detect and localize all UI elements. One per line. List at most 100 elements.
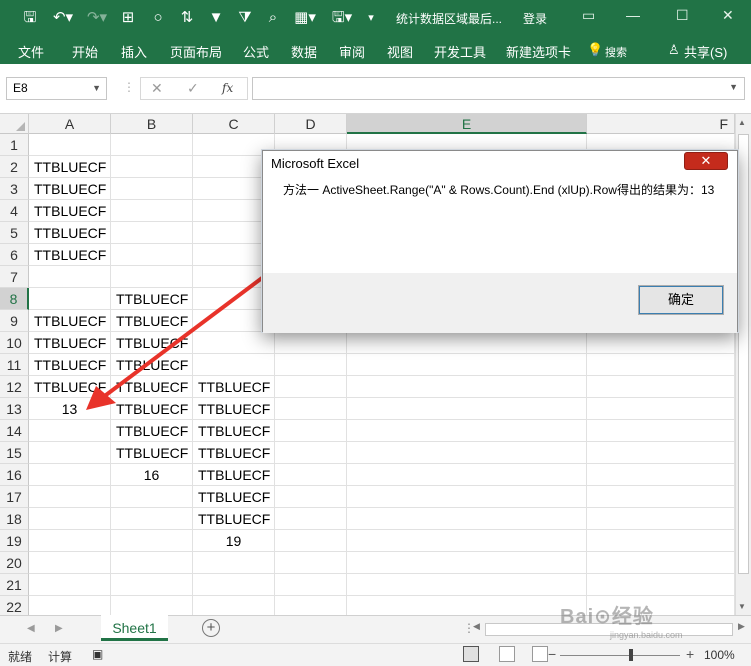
column-header-b[interactable]: B	[111, 114, 193, 134]
cell-c11[interactable]	[193, 354, 275, 376]
ribbon-display-icon[interactable]: ▭	[582, 7, 595, 24]
zoom-level[interactable]: 100%	[704, 648, 735, 662]
next-sheet-icon[interactable]: ▶	[55, 623, 63, 634]
row-header[interactable]: 22	[0, 596, 29, 615]
tab-data[interactable]: 数据	[291, 42, 317, 61]
cell-c16[interactable]: TTBLUECF	[193, 464, 275, 486]
insert-function-icon[interactable]: fx	[222, 81, 233, 95]
expand-formula-icon[interactable]: ▼	[729, 82, 738, 92]
cell-b17[interactable]	[111, 486, 193, 508]
row-header[interactable]: 8	[0, 288, 29, 310]
cell-d16[interactable]	[275, 464, 347, 486]
cell-f21[interactable]	[587, 574, 735, 596]
cell-a21[interactable]	[29, 574, 111, 596]
zoom-out-icon[interactable]: −	[548, 646, 556, 662]
row-header[interactable]: 15	[0, 442, 29, 464]
cell-f14[interactable]	[587, 420, 735, 442]
grid-menu-icon[interactable]: ▦▾	[290, 8, 320, 28]
zoom-slider[interactable]	[560, 655, 680, 656]
normal-view-icon[interactable]	[463, 646, 479, 662]
cell-c20[interactable]	[193, 552, 275, 574]
cell-b6[interactable]	[111, 244, 193, 266]
row-header[interactable]: 18	[0, 508, 29, 530]
clear-filter-icon[interactable]: ⧩	[234, 8, 256, 28]
cell-a17[interactable]	[29, 486, 111, 508]
tab-page-layout[interactable]: 页面布局	[170, 42, 222, 61]
tab-file[interactable]: 文件	[18, 42, 44, 61]
row-header[interactable]: 19	[0, 530, 29, 552]
cell-f10[interactable]	[587, 332, 735, 354]
zoom-slider-knob[interactable]	[629, 649, 633, 661]
scroll-up-icon[interactable]: ▲	[738, 118, 746, 127]
cell-c12[interactable]: TTBLUECF	[193, 376, 275, 398]
zoom-in-icon[interactable]: +	[686, 646, 694, 662]
cell-b10[interactable]: TTBLUECF	[111, 332, 193, 354]
login-link[interactable]: 登录	[523, 10, 547, 27]
cell-a11[interactable]: TTBLUECF	[29, 354, 111, 376]
cell-f12[interactable]	[587, 376, 735, 398]
row-header[interactable]: 21	[0, 574, 29, 596]
cell-e14[interactable]	[347, 420, 587, 442]
cell-a2[interactable]: TTBLUECF	[29, 156, 111, 178]
cell-d19[interactable]	[275, 530, 347, 552]
sort-icon[interactable]: ⇅	[176, 8, 198, 28]
cell-c18[interactable]: TTBLUECF	[193, 508, 275, 530]
cell-b11[interactable]: TTBLUECF	[111, 354, 193, 376]
cell-b8[interactable]: TTBLUECF	[111, 288, 193, 310]
enter-icon[interactable]: ✓	[187, 80, 199, 97]
chevron-down-icon[interactable]: ▼	[92, 78, 101, 99]
cell-a12[interactable]: TTBLUECF	[29, 376, 111, 398]
circle-icon[interactable]: ○	[148, 8, 168, 28]
macro-record-icon[interactable]: ▣	[92, 647, 103, 661]
cell-e22[interactable]	[347, 596, 587, 615]
cell-f13[interactable]	[587, 398, 735, 420]
cell-e15[interactable]	[347, 442, 587, 464]
cell-a13[interactable]: 13	[29, 398, 111, 420]
column-header-e[interactable]: E	[347, 114, 587, 134]
cell-b21[interactable]	[111, 574, 193, 596]
cell-c22[interactable]	[193, 596, 275, 615]
status-calculate[interactable]: 计算	[48, 648, 72, 665]
cell-e12[interactable]	[347, 376, 587, 398]
cell-a8[interactable]	[29, 288, 111, 310]
tell-me-search[interactable]: 搜索	[605, 44, 627, 60]
cell-d17[interactable]	[275, 486, 347, 508]
cell-b18[interactable]	[111, 508, 193, 530]
cell-c17[interactable]: TTBLUECF	[193, 486, 275, 508]
cell-d10[interactable]	[275, 332, 347, 354]
row-header[interactable]: 3	[0, 178, 29, 200]
cell-a16[interactable]	[29, 464, 111, 486]
row-header[interactable]: 11	[0, 354, 29, 376]
cell-e10[interactable]	[347, 332, 587, 354]
tab-insert[interactable]: 插入	[121, 42, 147, 61]
find-icon[interactable]: ⌕	[262, 8, 284, 28]
tab-developer[interactable]: 开发工具	[434, 42, 486, 61]
cell-d11[interactable]	[275, 354, 347, 376]
cell-b4[interactable]	[111, 200, 193, 222]
prev-sheet-icon[interactable]: ◀	[27, 623, 35, 634]
row-header[interactable]: 9	[0, 310, 29, 332]
cell-d14[interactable]	[275, 420, 347, 442]
cell-f18[interactable]	[587, 508, 735, 530]
cell-a10[interactable]: TTBLUECF	[29, 332, 111, 354]
row-header[interactable]: 14	[0, 420, 29, 442]
ok-button[interactable]: 确定	[638, 285, 724, 315]
cell-c15[interactable]: TTBLUECF	[193, 442, 275, 464]
name-box[interactable]: E8 ▼	[6, 77, 107, 100]
column-header-a[interactable]: A	[29, 114, 111, 134]
cell-e17[interactable]	[347, 486, 587, 508]
row-header[interactable]: 12	[0, 376, 29, 398]
row-header[interactable]: 17	[0, 486, 29, 508]
redo-icon[interactable]: ↷▾	[84, 8, 110, 28]
cell-a6[interactable]: TTBLUECF	[29, 244, 111, 266]
cell-a3[interactable]: TTBLUECF	[29, 178, 111, 200]
page-layout-view-icon[interactable]	[499, 646, 515, 662]
cell-a22[interactable]	[29, 596, 111, 615]
cell-e13[interactable]	[347, 398, 587, 420]
row-header[interactable]: 20	[0, 552, 29, 574]
cell-f20[interactable]	[587, 552, 735, 574]
cell-b2[interactable]	[111, 156, 193, 178]
cell-c21[interactable]	[193, 574, 275, 596]
maximize-icon[interactable]: ☐	[676, 7, 689, 24]
cell-a18[interactable]	[29, 508, 111, 530]
